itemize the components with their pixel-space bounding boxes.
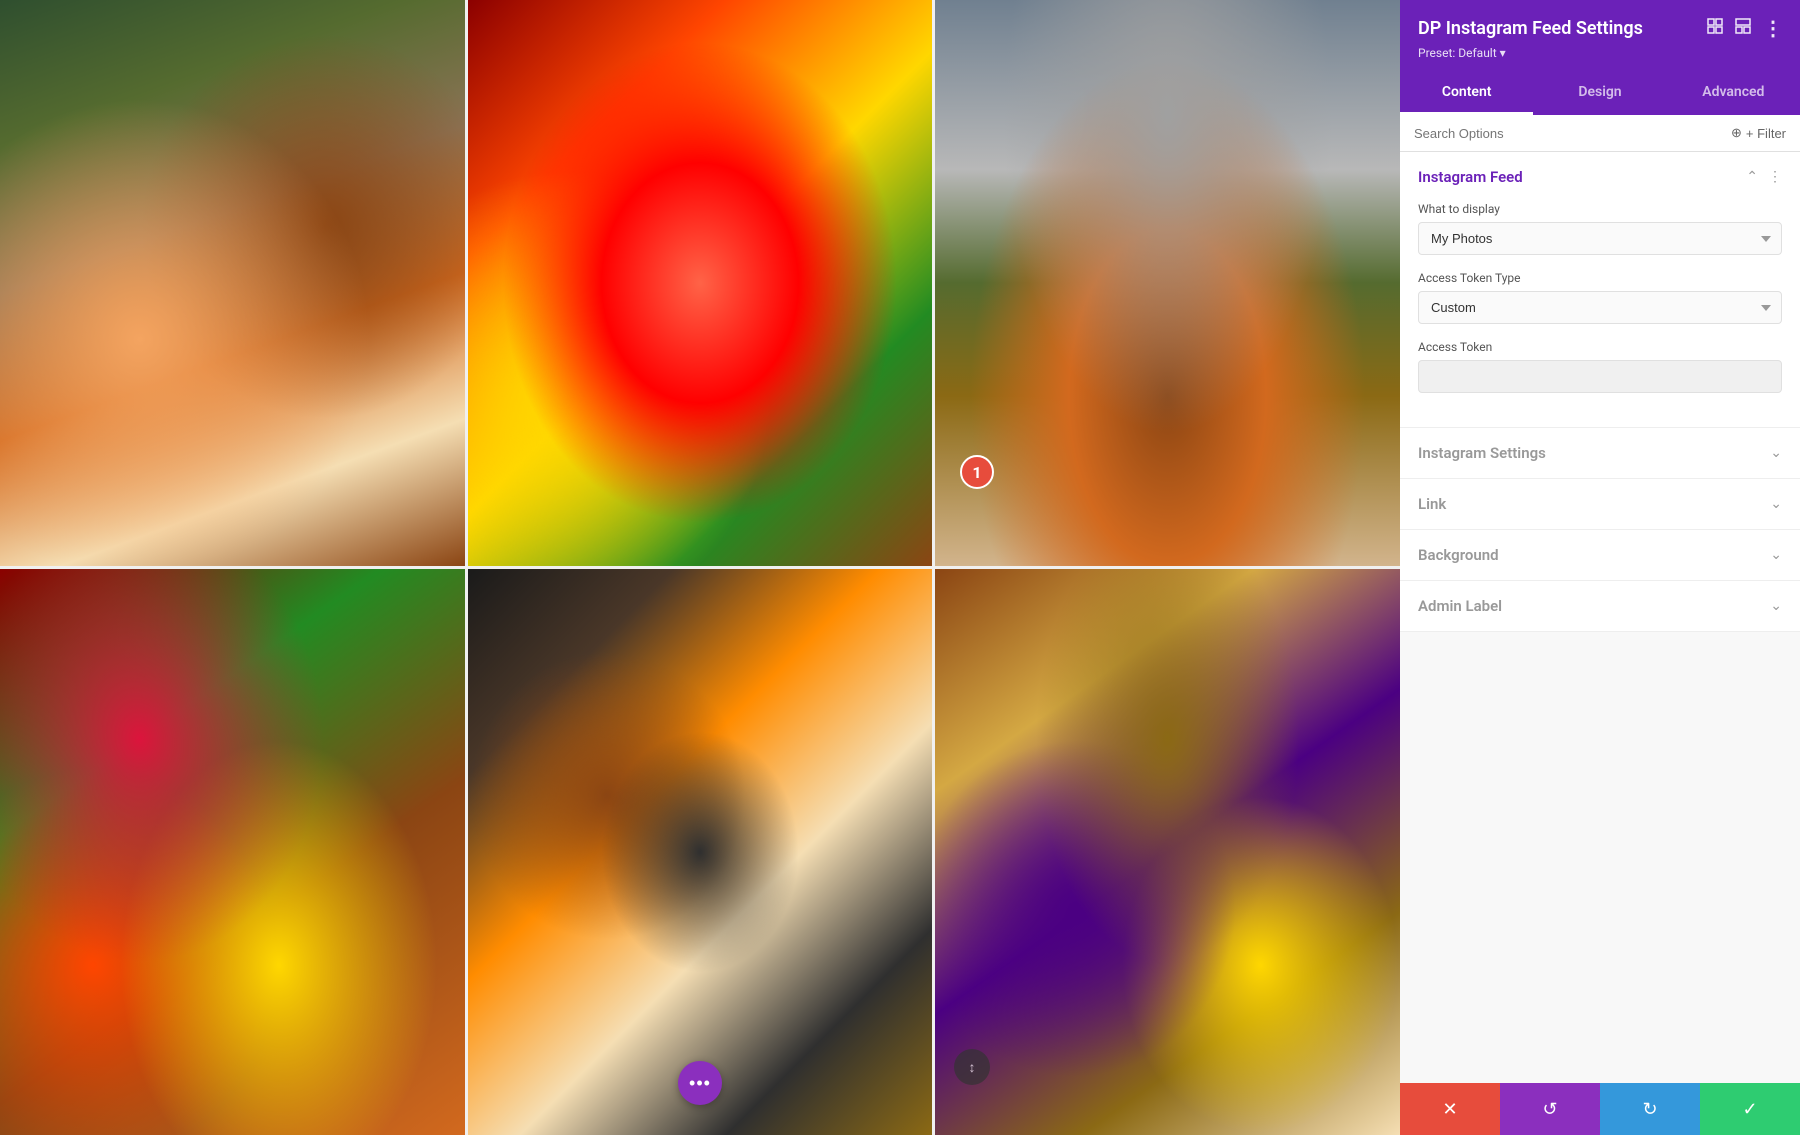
search-bar: ⊕ + Filter [1400,115,1800,152]
section-instagram-settings-header[interactable]: Instagram Settings ⌄ [1400,428,1800,478]
section-more-icon[interactable]: ⋮ [1768,169,1782,185]
more-vertical-icon[interactable]: ⋮ [1763,16,1782,40]
what-to-display-label: What to display [1418,202,1782,216]
search-input[interactable] [1414,126,1731,141]
layout-icon[interactable] [1735,18,1751,38]
panel-content: Instagram Feed ⌃ ⋮ What to display My Ph… [1400,152,1800,1083]
section-link: Link ⌄ [1400,479,1800,530]
section-instagram-feed-title: Instagram Feed [1418,168,1523,186]
section-background: Background ⌄ [1400,530,1800,581]
section-admin-label: Admin Label ⌄ [1400,581,1800,632]
photo-grid [0,0,1400,1135]
access-token-type-label: Access Token Type [1418,271,1782,285]
access-token-field: Access Token [1418,340,1782,393]
section-admin-label-title: Admin Label [1418,597,1502,615]
tab-content[interactable]: Content [1400,72,1533,115]
chevron-up-icon[interactable]: ⌃ [1746,169,1758,185]
access-token-type-select[interactable]: Custom [1418,291,1782,324]
photo-3 [935,0,1400,566]
section-instagram-settings-title: Instagram Settings [1418,444,1546,462]
section-link-header[interactable]: Link ⌄ [1400,479,1800,529]
undo-icon: ↺ [1542,1099,1557,1120]
save-icon: ✓ [1742,1099,1757,1120]
what-to-display-field: What to display My Photos [1418,202,1782,255]
access-token-type-field: Access Token Type Custom [1418,271,1782,324]
section-link-title: Link [1418,495,1446,513]
tab-design[interactable]: Design [1533,72,1666,115]
expand-icon[interactable] [1707,18,1723,38]
photo-2 [468,0,933,566]
section-instagram-feed-icons: ⌃ ⋮ [1746,169,1782,185]
access-token-input[interactable] [1418,360,1782,393]
panel-header-icons: ⋮ [1707,16,1782,40]
scroll-indicator: ↕ [954,1049,990,1085]
section-background-header[interactable]: Background ⌄ [1400,530,1800,580]
access-token-label: Access Token [1418,340,1782,354]
photo-5 [468,569,933,1135]
section-instagram-feed-header[interactable]: Instagram Feed ⌃ ⋮ [1400,152,1800,202]
step-indicator-badge: 1 [960,455,994,489]
chevron-down-icon-admin[interactable]: ⌄ [1770,598,1782,614]
section-instagram-settings: Instagram Settings ⌄ [1400,428,1800,479]
cancel-icon: ✕ [1442,1099,1457,1120]
dots-menu-button[interactable]: ••• [678,1061,722,1105]
redo-button[interactable]: ↻ [1600,1083,1700,1135]
panel-header: DP Instagram Feed Settings [1400,0,1800,72]
chevron-down-icon-background[interactable]: ⌄ [1770,547,1782,563]
filter-label: + Filter [1746,126,1786,141]
redo-icon: ↻ [1642,1099,1657,1120]
panel-title: DP Instagram Feed Settings [1418,18,1643,39]
section-instagram-feed-body: What to display My Photos Access Token T… [1400,202,1800,427]
what-to-display-select[interactable]: My Photos [1418,222,1782,255]
filter-button[interactable]: ⊕ + Filter [1731,125,1786,141]
panel-preset[interactable]: Preset: Default ▾ [1418,46,1782,60]
section-background-title: Background [1418,546,1499,564]
tab-advanced[interactable]: Advanced [1667,72,1800,115]
cancel-button[interactable]: ✕ [1400,1083,1500,1135]
chevron-down-icon-instagram[interactable]: ⌄ [1770,445,1782,461]
section-instagram-feed: Instagram Feed ⌃ ⋮ What to display My Ph… [1400,152,1800,428]
photo-1 [0,0,465,566]
section-admin-label-header[interactable]: Admin Label ⌄ [1400,581,1800,631]
filter-icon: ⊕ [1731,125,1742,141]
settings-panel: DP Instagram Feed Settings [1400,0,1800,1135]
save-button[interactable]: ✓ [1700,1083,1800,1135]
action-bar: ✕ ↺ ↻ ✓ [1400,1083,1800,1135]
dots-icon: ••• [689,1073,711,1094]
photo-6 [935,569,1400,1135]
chevron-down-icon-link[interactable]: ⌄ [1770,496,1782,512]
tab-bar: Content Design Advanced [1400,72,1800,115]
undo-button[interactable]: ↺ [1500,1083,1600,1135]
photo-4 [0,569,465,1135]
